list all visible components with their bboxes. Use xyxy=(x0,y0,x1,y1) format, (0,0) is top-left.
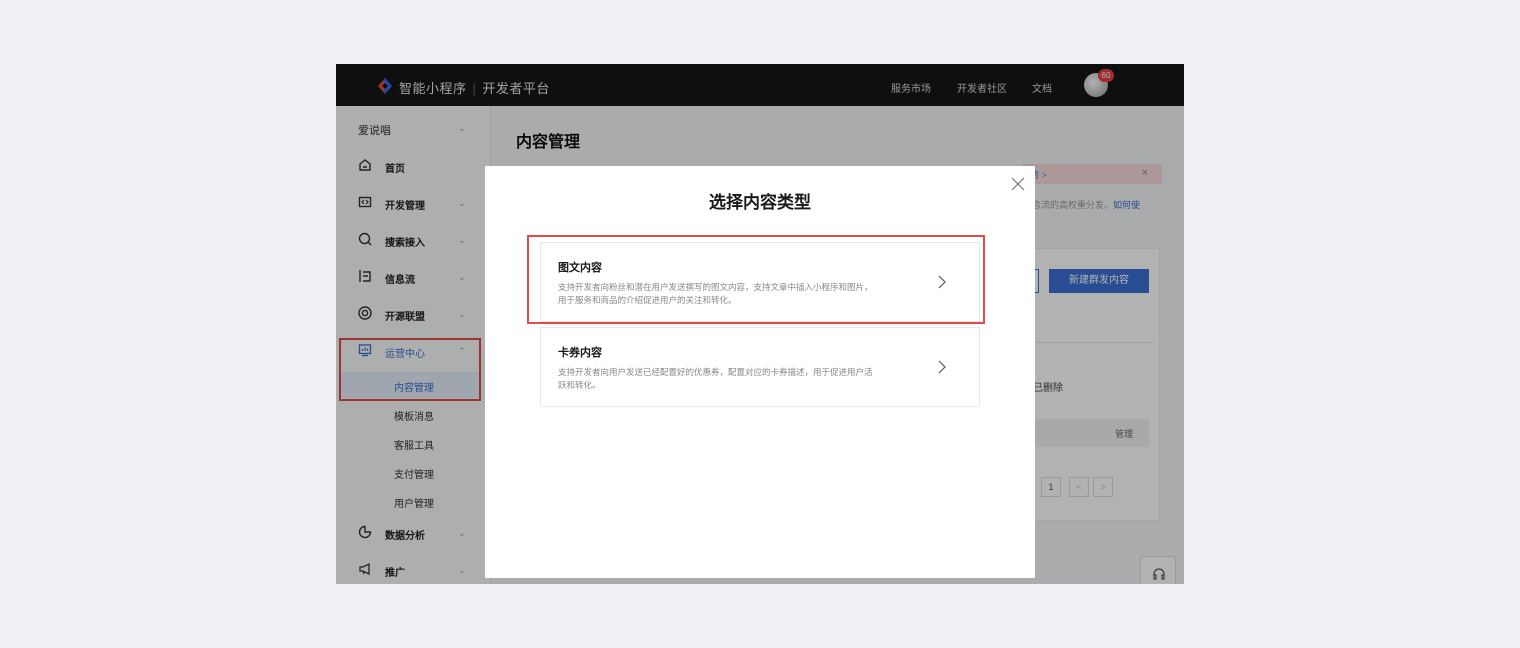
highlight-box xyxy=(527,235,985,324)
option-coupon-content[interactable]: 卡券内容 支持开发者向用户发送已经配置好的优惠券，配置对应的卡券描述，用于促进用… xyxy=(540,327,980,407)
option-description: 支持开发者向用户发送已经配置好的优惠券，配置对应的卡券描述，用于促进用户活 跃和… xyxy=(558,366,918,392)
dialog-title: 选择内容类型 xyxy=(709,193,811,212)
option-title: 卡券内容 xyxy=(558,347,602,359)
close-icon[interactable] xyxy=(1008,174,1028,194)
content-type-dialog: 选择内容类型 图文内容 支持开发者向粉丝和潜在用户发送撰写的图文内容，支持文章中… xyxy=(485,166,1035,578)
chevron-right-icon xyxy=(938,360,946,374)
option-description-line: 支持开发者向用户发送已经配置好的优惠券，配置对应的卡券描述，用于促进用户活 xyxy=(558,367,873,377)
option-description-line: 跃和转化。 xyxy=(558,380,601,390)
